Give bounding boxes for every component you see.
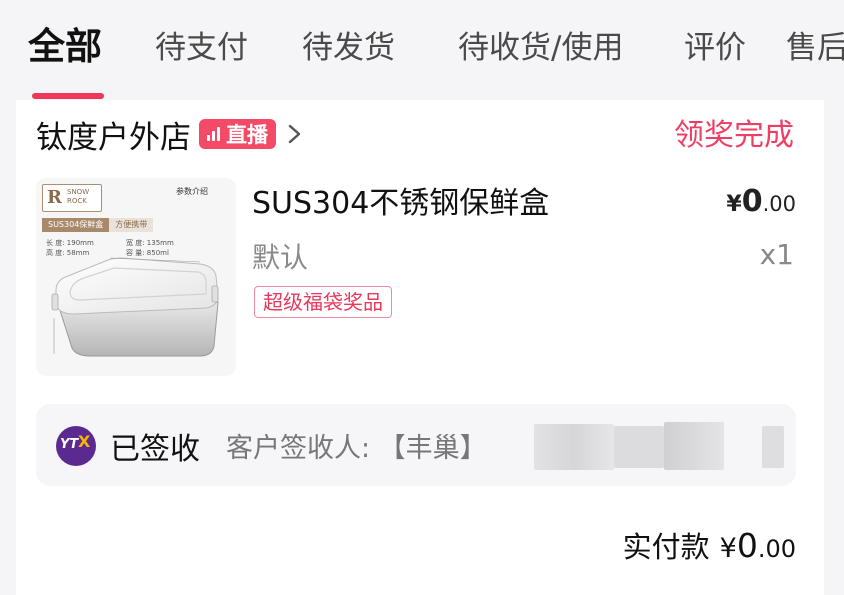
order-total: 实付款 ¥0.00 — [623, 524, 796, 566]
image-tag-a: SUS304保鲜盒 — [42, 218, 110, 232]
chevron-right-icon[interactable] — [286, 119, 304, 149]
product-quantity: x1 — [759, 238, 794, 271]
total-decimal: .00 — [757, 535, 796, 563]
logistics-panel[interactable]: YT X 已签收 客户签收人: 【丰巢】 — [36, 404, 796, 486]
total-integer: 0 — [736, 526, 758, 565]
tab-all[interactable]: 全部 — [28, 22, 102, 72]
price-integer: 0 — [741, 184, 763, 219]
price-currency: ¥ — [726, 192, 742, 217]
courier-logo-text: YT — [60, 437, 79, 452]
food-container-illustration — [51, 257, 219, 357]
product-name[interactable]: SUS304不锈钢保鲜盒 — [252, 178, 549, 222]
tab-pending-payment[interactable]: 待支付 — [155, 26, 248, 70]
image-params-title: 参数介绍 — [176, 187, 208, 196]
tab-pending-receipt[interactable]: 待收货/使用 — [458, 26, 623, 70]
live-bars-icon — [207, 127, 220, 141]
tab-review[interactable]: 评价 — [684, 26, 746, 70]
order-tab-bar: 全部 待支付 待发货 待收货/使用 评价 售后 — [0, 0, 844, 100]
brand-logo: R SNOW ROCK — [42, 184, 102, 212]
brand-logo-text: SNOW ROCK — [67, 188, 90, 205]
price-decimal: .00 — [762, 192, 796, 216]
shop-header[interactable]: 钛度户外店 直播 — [36, 112, 304, 156]
total-currency: ¥ — [719, 533, 737, 564]
shop-name[interactable]: 钛度户外店 — [36, 112, 191, 157]
product-image[interactable]: R SNOW ROCK 参数介绍 SUS304保鲜盒 方便携带 长 度: 190… — [36, 178, 236, 376]
product-price: ¥0.00 — [726, 184, 796, 219]
shipping-status: 已签收 — [110, 432, 200, 467]
order-card[interactable]: 钛度户外店 直播 领奖完成 R SNOW ROCK 参数介绍 SUS304保鲜盒… — [16, 100, 824, 595]
active-tab-indicator — [32, 93, 104, 99]
redacted-area — [534, 424, 614, 470]
total-label: 实付款 — [622, 530, 710, 564]
live-badge: 直播 — [199, 119, 276, 149]
image-tag-b: 方便携带 — [109, 218, 154, 232]
image-spec-width: 宽 度: 135mm — [126, 239, 174, 247]
courier-logo-icon: YT X — [56, 426, 96, 466]
redacted-area — [614, 426, 664, 468]
product-spec: 默认 — [252, 241, 309, 274]
image-spec-length: 长 度: 190mm — [46, 239, 94, 247]
tab-pending-shipment[interactable]: 待发货 — [302, 26, 395, 70]
image-tag: SUS304保鲜盒 方便携带 — [42, 218, 182, 232]
redacted-area — [664, 422, 724, 470]
redacted-area — [762, 426, 784, 468]
shipping-detail: 客户签收人: 【丰巢】 — [226, 433, 487, 464]
order-status: 领奖完成 — [674, 118, 794, 153]
live-badge-label: 直播 — [226, 123, 268, 147]
promo-tag: 超级福袋奖品 — [254, 286, 392, 318]
tab-after-sales[interactable]: 售后 — [786, 26, 844, 70]
